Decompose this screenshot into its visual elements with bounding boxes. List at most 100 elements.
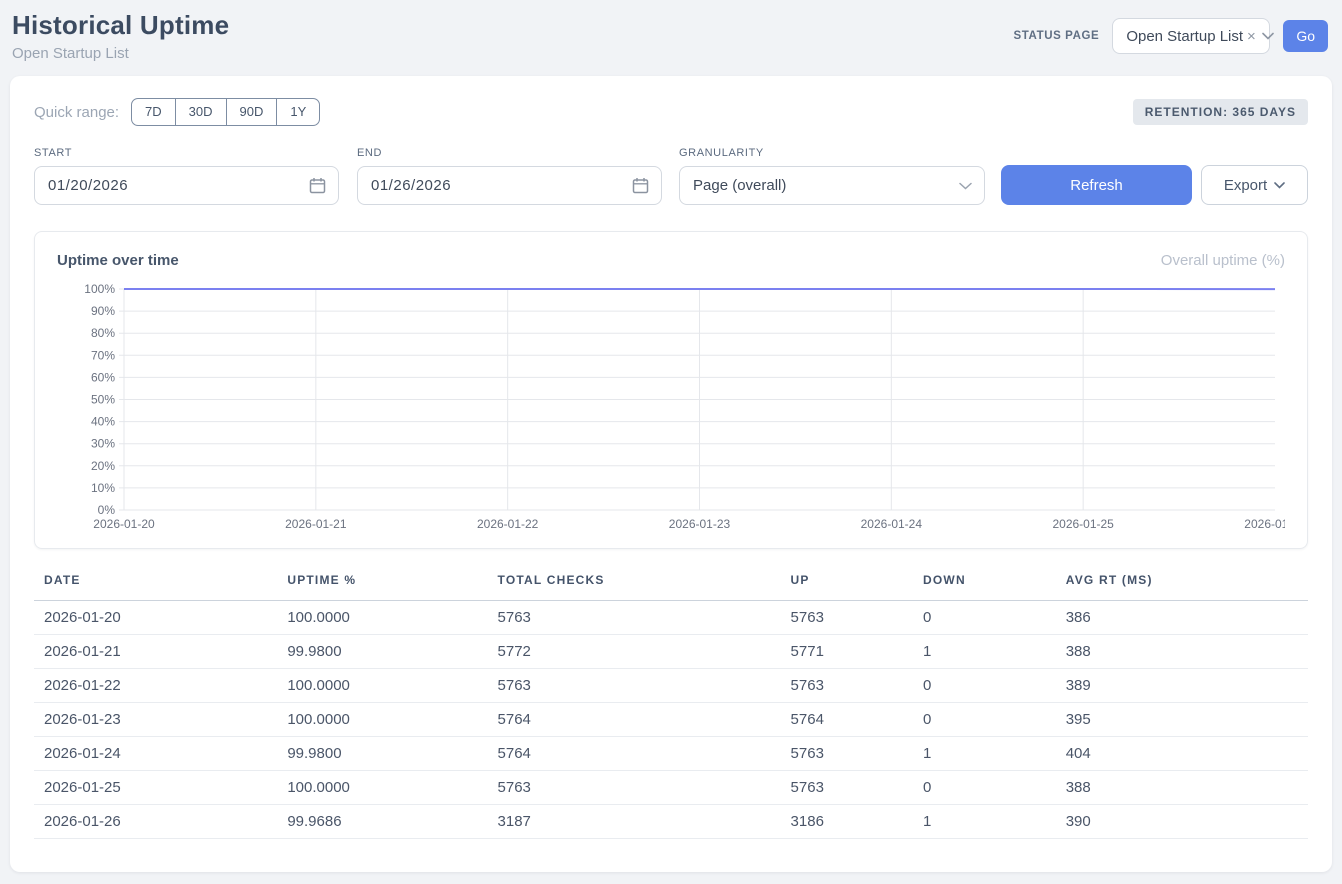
calendar-icon[interactable] [309,177,326,194]
svg-text:70%: 70% [91,348,115,362]
table-cell: 100.0000 [277,601,487,635]
table-row: 2026-01-2699.9686318731861390 [34,805,1308,839]
table-cell: 5763 [781,669,913,703]
table-row: 2026-01-20100.0000576357630386 [34,601,1308,635]
filters-row: START 01/20/2026 END 01/26/2026 GRANULAR… [34,147,1308,205]
table-row: 2026-01-25100.0000576357630388 [34,771,1308,805]
table-cell: 5772 [488,635,781,669]
table-header-cell: DOWN [913,573,1056,601]
quick-range-button-7d[interactable]: 7D [131,98,176,126]
table-cell: 5763 [488,669,781,703]
svg-text:0%: 0% [98,503,116,517]
start-date-input[interactable]: 01/20/2026 [34,166,339,205]
table-cell: 5763 [488,601,781,635]
table-cell: 404 [1056,737,1308,771]
chart-title: Uptime over time [57,252,179,269]
svg-text:10%: 10% [91,481,115,495]
svg-text:60%: 60% [91,370,115,384]
table-cell: 0 [913,703,1056,737]
table-header-cell: UP [781,573,913,601]
table-cell: 5763 [781,737,913,771]
table-header-cell: DATE [34,573,277,601]
chevron-down-icon [1262,32,1274,40]
granularity-select[interactable]: Page (overall) [679,166,985,205]
table-cell: 2026-01-26 [34,805,277,839]
table-cell: 3187 [488,805,781,839]
svg-text:90%: 90% [91,304,115,318]
table-header-cell: TOTAL CHECKS [488,573,781,601]
table-cell: 388 [1056,771,1308,805]
table-row: 2026-01-2499.9800576457631404 [34,737,1308,771]
go-button[interactable]: Go [1283,20,1328,52]
export-label: Export [1224,177,1267,194]
svg-text:2026-01-26: 2026-01-26 [1244,517,1285,531]
table-row: 2026-01-23100.0000576457640395 [34,703,1308,737]
table-cell: 5763 [781,601,913,635]
svg-text:20%: 20% [91,459,115,473]
svg-text:2026-01-22: 2026-01-22 [477,517,539,531]
clear-icon[interactable]: × [1247,29,1256,44]
table-cell: 100.0000 [277,703,487,737]
quick-range-button-30d[interactable]: 30D [175,98,227,126]
chevron-down-icon [1274,182,1285,189]
table-cell: 0 [913,669,1056,703]
table-cell: 2026-01-20 [34,601,277,635]
page-header: Historical Uptime Open Startup List STAT… [0,0,1342,72]
status-page-select[interactable]: Open Startup List × [1112,18,1270,54]
refresh-button[interactable]: Refresh [1001,165,1192,205]
start-label: START [34,147,339,159]
table-cell: 5763 [781,771,913,805]
svg-text:50%: 50% [91,393,115,407]
svg-text:30%: 30% [91,437,115,451]
table-cell: 5764 [781,703,913,737]
table-cell: 388 [1056,635,1308,669]
table-row: 2026-01-22100.0000576357630389 [34,669,1308,703]
svg-text:2026-01-25: 2026-01-25 [1052,517,1114,531]
quick-range-button-1y[interactable]: 1Y [276,98,320,126]
table-cell: 100.0000 [277,771,487,805]
table-cell: 2026-01-25 [34,771,277,805]
table-cell: 2026-01-23 [34,703,277,737]
svg-text:2026-01-24: 2026-01-24 [861,517,923,531]
table-cell: 1 [913,805,1056,839]
table-cell: 2026-01-22 [34,669,277,703]
table-cell: 2026-01-21 [34,635,277,669]
calendar-icon[interactable] [632,177,649,194]
title-block: Historical Uptime Open Startup List [12,10,229,62]
table-cell: 5764 [488,737,781,771]
chart-card: Uptime over time Overall uptime (%) 0%10… [34,231,1308,549]
export-button[interactable]: Export [1201,165,1308,205]
table-cell: 395 [1056,703,1308,737]
quick-range-label: Quick range: [34,104,119,121]
granularity-value: Page (overall) [693,177,786,194]
table-cell: 386 [1056,601,1308,635]
retention-badge: RETENTION: 365 DAYS [1133,99,1308,125]
quick-range-button-90d[interactable]: 90D [226,98,278,126]
table-row: 2026-01-2199.9800577257711388 [34,635,1308,669]
header-controls: STATUS PAGE Open Startup List × Go [1013,18,1328,54]
end-date-input[interactable]: 01/26/2026 [357,166,662,205]
end-date-value: 01/26/2026 [371,177,451,194]
svg-text:40%: 40% [91,415,115,429]
table-header-row: DATEUPTIME %TOTAL CHECKSUPDOWNAVG RT (MS… [34,573,1308,601]
table-cell: 0 [913,601,1056,635]
table-header-cell: AVG RT (MS) [1056,573,1308,601]
start-date-value: 01/20/2026 [48,177,128,194]
table-cell: 1 [913,737,1056,771]
table-cell: 99.9800 [277,635,487,669]
svg-text:2026-01-20: 2026-01-20 [93,517,155,531]
toolbar-row: Quick range: 7D30D90D1Y RETENTION: 365 D… [34,98,1308,126]
table-header-cell: UPTIME % [277,573,487,601]
uptime-line-chart: 0% 10% 20% 30% 40% 50% 60% 70% 80% 90% 100% 2026-01… [57,280,1285,536]
table-cell: 5764 [488,703,781,737]
table-cell: 1 [913,635,1056,669]
svg-text:80%: 80% [91,326,115,340]
chevron-down-icon [959,182,972,190]
table-cell: 0 [913,771,1056,805]
status-page-value: Open Startup List [1126,28,1243,45]
table-cell: 99.9800 [277,737,487,771]
status-page-label: STATUS PAGE [1013,30,1099,42]
svg-text:100%: 100% [84,282,115,296]
svg-text:2026-01-21: 2026-01-21 [285,517,347,531]
end-label: END [357,147,662,159]
